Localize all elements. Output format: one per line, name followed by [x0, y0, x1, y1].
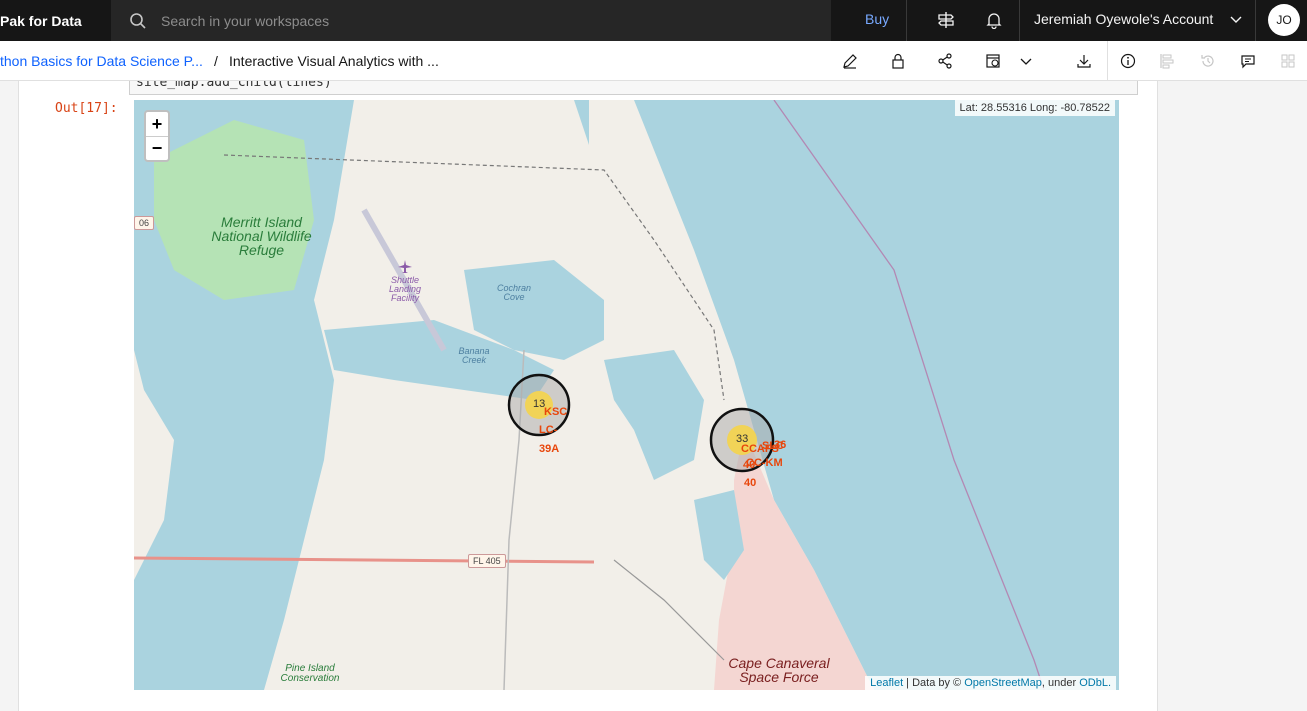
code-cell-input[interactable]: site_map.add_child(lines)	[129, 81, 1138, 95]
output-prompt: Out[17]:	[55, 101, 118, 116]
toolbar-divider	[1107, 41, 1108, 81]
launch-site-label: 39A	[539, 443, 560, 455]
zoom-out-button[interactable]: −	[146, 136, 168, 160]
toolbar-divider	[1019, 0, 1020, 41]
avatar[interactable]: JO	[1268, 4, 1300, 36]
launch-site-label: LC-	[539, 424, 558, 436]
toolbar-divider	[1255, 0, 1256, 41]
chevron-down-icon[interactable]	[1016, 51, 1036, 71]
comments-icon[interactable]	[1238, 51, 1258, 71]
mouse-position-readout: Lat: 28.55316 Long: -80.78522	[954, 100, 1115, 116]
airport-icon	[398, 260, 412, 273]
download-icon[interactable]	[1074, 51, 1094, 71]
attribution-text: | Data by ©	[903, 677, 965, 689]
code-line: site_map.add_child(lines)	[136, 81, 332, 90]
road-shield-edge: 06	[134, 216, 155, 230]
zoom-control: + −	[144, 110, 170, 162]
odbl-link[interactable]: ODbL.	[1079, 677, 1111, 689]
notebook-toolbar: thon Basics for Data Science P... / Inte…	[0, 41, 1307, 81]
launch-site-label: 36	[774, 439, 787, 451]
search-icon	[130, 12, 146, 29]
lock-icon[interactable]	[888, 51, 908, 71]
workspace-search[interactable]: Search in your workspaces	[111, 0, 831, 41]
map-attribution: Leaflet | Data by © OpenStreetMap, under…	[865, 676, 1116, 690]
version-history-icon[interactable]	[1198, 51, 1218, 71]
map-tiles	[134, 100, 1119, 690]
place-label-shuttle-landing: Shuttle Landing Facility	[388, 275, 422, 303]
breadcrumb-project-link[interactable]: thon Basics for Data Science P...	[0, 53, 203, 69]
code-snippets-icon[interactable]	[1278, 51, 1298, 71]
place-label-pine-island: Pine Island Conservation	[280, 663, 340, 684]
signpost-icon[interactable]	[935, 9, 957, 31]
schedule-job-icon[interactable]	[983, 51, 1003, 71]
leaflet-link[interactable]: Leaflet	[870, 677, 903, 689]
notification-bell-icon[interactable]	[983, 9, 1005, 31]
top-navigation-bar: Pak for Data Search in your workspaces B…	[0, 0, 1307, 41]
edit-pencil-icon[interactable]	[840, 51, 860, 71]
chevron-down-icon[interactable]	[1230, 12, 1242, 28]
info-icon[interactable]	[1118, 51, 1138, 71]
breadcrumb-separator: /	[214, 53, 218, 69]
buy-button[interactable]: Buy	[865, 11, 889, 27]
road-shield-fl405: FL 405	[468, 554, 506, 568]
breadcrumb-notebook-title: Interactive Visual Analytics with ...	[229, 53, 439, 69]
folium-map[interactable]: + − Lat: 28.55316 Long: -80.78522 Merrit…	[134, 100, 1119, 690]
place-label-refuge: Merritt Island National Wildlife Refuge	[211, 214, 312, 258]
toolbar-divider	[906, 0, 907, 41]
launch-site-label: KSC	[544, 406, 568, 418]
app-brand[interactable]: Pak for Data	[0, 13, 111, 29]
zoom-in-button[interactable]: +	[146, 112, 168, 136]
data-assets-icon[interactable]	[1157, 51, 1177, 71]
place-label-space-force: Cape Canaveral Space Force	[728, 655, 830, 685]
notebook-cell-area: site_map.add_child(lines) Out[17]: + − L…	[18, 81, 1158, 711]
launch-site-label: 40	[744, 477, 757, 489]
share-icon[interactable]	[935, 51, 955, 71]
place-label-cochran-cove: Cochran Cove	[496, 283, 532, 302]
openstreetmap-link[interactable]: OpenStreetMap	[964, 677, 1042, 689]
account-switcher[interactable]: Jeremiah Oyewole's Account	[1034, 11, 1213, 27]
attribution-text: , under	[1041, 677, 1080, 689]
search-input[interactable]: Search in your workspaces	[161, 13, 329, 29]
launch-site-label: 40	[743, 459, 756, 471]
place-label-banana-creek: Banana Creek	[458, 346, 490, 365]
